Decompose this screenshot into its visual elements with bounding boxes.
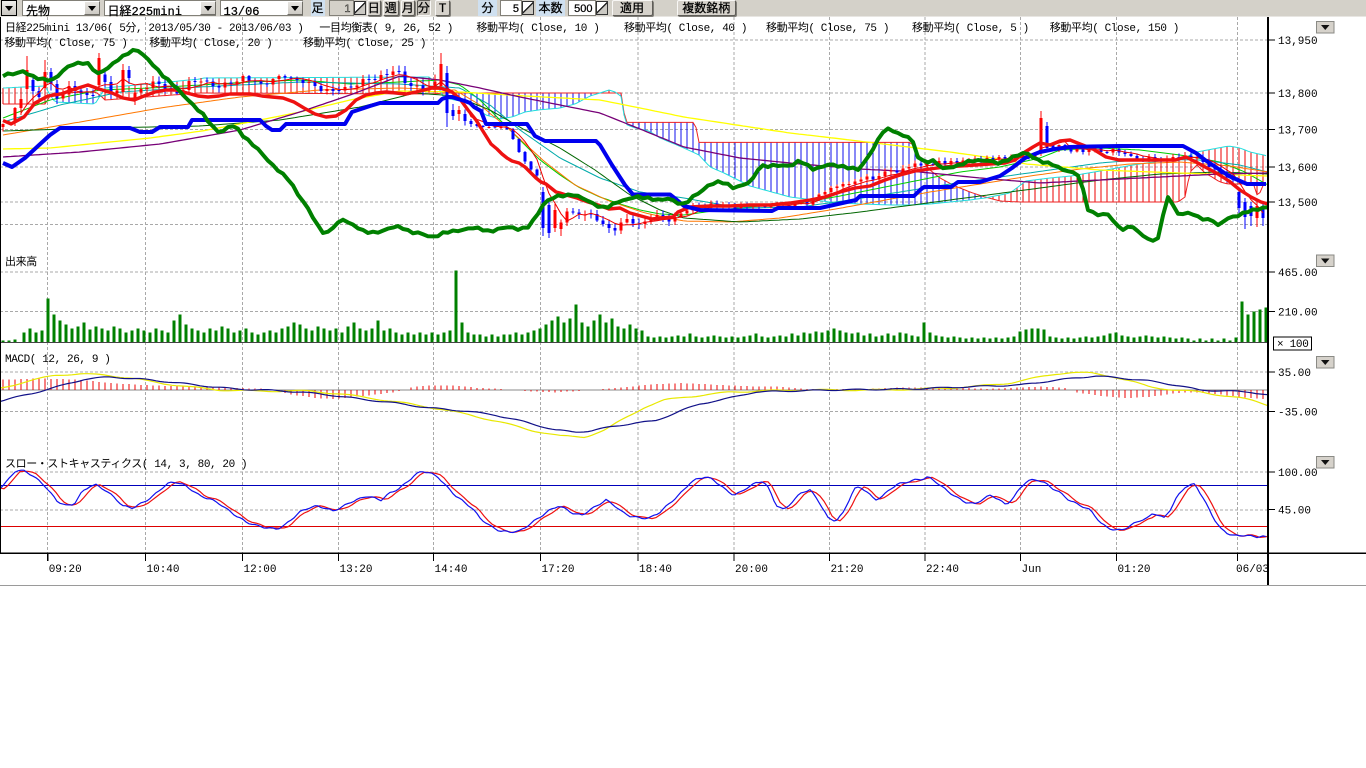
svg-text:10:40: 10:40: [147, 560, 180, 576]
svg-text:13:20: 13:20: [340, 560, 373, 576]
svg-text:45.00: 45.00: [1278, 502, 1311, 518]
svg-text:移動平均( Close, 25 ): 移動平均( Close, 25 ): [303, 34, 426, 50]
svg-text:移動平均( Close, 20 ): 移動平均( Close, 20 ): [149, 34, 272, 50]
svg-text:100.00: 100.00: [1278, 464, 1318, 480]
svg-text:13,600: 13,600: [1278, 159, 1318, 175]
svg-text:出来高: 出来高: [5, 253, 37, 269]
svg-text:MACD( 12, 26, 9 ): MACD( 12, 26, 9 ): [5, 350, 110, 366]
svg-text:移動平均( Close, 5 ): 移動平均( Close, 5 ): [912, 19, 1029, 35]
svg-text:22:40: 22:40: [926, 560, 959, 576]
svg-text:移動平均( Close, 40 ): 移動平均( Close, 40 ): [624, 19, 747, 35]
svg-text:17:20: 17:20: [542, 560, 575, 576]
svg-text:一目均衡表( 9, 26, 52 ): 一目均衡表( 9, 26, 52 ): [319, 19, 453, 35]
svg-text:35.00: 35.00: [1278, 364, 1311, 380]
svg-text:210.00: 210.00: [1278, 304, 1318, 320]
svg-text:移動平均( Close, 10 ): 移動平均( Close, 10 ): [476, 19, 599, 35]
svg-text:13,950: 13,950: [1278, 32, 1318, 48]
svg-text:移動平均( Close, 75 ): 移動平均( Close, 75 ): [766, 19, 889, 35]
svg-text:12:00: 12:00: [244, 560, 277, 576]
svg-text:13,500: 13,500: [1278, 194, 1318, 210]
svg-text:13,800: 13,800: [1278, 85, 1318, 101]
svg-text:× 100: × 100: [1277, 335, 1309, 351]
svg-text:18:40: 18:40: [639, 560, 672, 576]
svg-text:09:20: 09:20: [49, 560, 82, 576]
svg-text:20:00: 20:00: [735, 560, 768, 576]
svg-text:21:20: 21:20: [831, 560, 864, 576]
svg-text:14:40: 14:40: [435, 560, 468, 576]
svg-text:-35.00: -35.00: [1278, 404, 1318, 420]
svg-text:移動平均( Close, 150 ): 移動平均( Close, 150 ): [1050, 19, 1179, 35]
svg-text:13,700: 13,700: [1278, 122, 1318, 138]
svg-text:Jun: Jun: [1022, 560, 1042, 576]
svg-text:465.00: 465.00: [1278, 264, 1318, 280]
svg-text:日経225mini 13/06( 5分, 2013/05/3: 日経225mini 13/06( 5分, 2013/05/30 - 2013/0…: [5, 19, 303, 35]
svg-text:06/03: 06/03: [1236, 560, 1269, 576]
svg-text:スロー・ストキャスティクス( 14, 3, 80, 20 ): スロー・ストキャスティクス( 14, 3, 80, 20 ): [5, 455, 247, 471]
svg-text:01:20: 01:20: [1118, 560, 1151, 576]
svg-text:移動平均( Close, 75 ): 移動平均( Close, 75 ): [4, 34, 127, 50]
